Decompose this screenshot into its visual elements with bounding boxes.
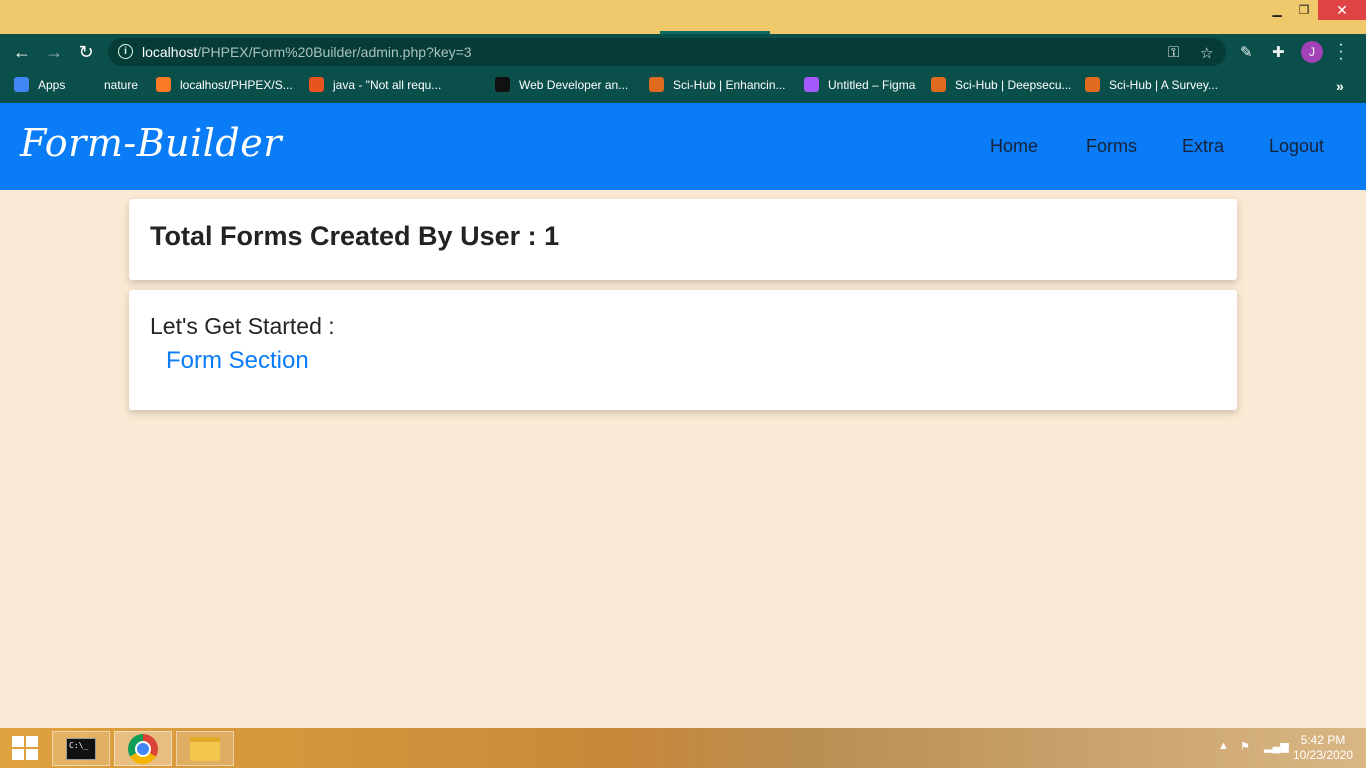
key-icon[interactable]: ⚿	[1168, 44, 1179, 61]
reload-icon[interactable]: ↻	[74, 40, 98, 64]
window-titlebar: ▁ ❐ ✕	[0, 0, 1366, 34]
bookmark-label: Apps	[38, 77, 66, 92]
bookmark-item[interactable]: Apps	[14, 77, 65, 92]
bookmark-item[interactable]: Sci-Hub | Deepsecu...	[931, 77, 1072, 92]
bookmarks-bar: Apps nature localhost/PHPEX/S... java - "No…	[0, 69, 1366, 103]
bookmark-label: localhost/PHPEX/S...	[180, 77, 293, 92]
site-navbar: Form-Builder Home Forms Extra Logout	[0, 103, 1366, 190]
xampp-icon	[156, 77, 171, 92]
cmd-icon: C:\_	[66, 737, 96, 760]
bookmark-item[interactable]: Sci-Hub | Enhancin...	[649, 77, 786, 92]
folder-icon	[190, 736, 220, 761]
bookmark-label: Sci-Hub | A Survey...	[1109, 77, 1218, 92]
nav-home[interactable]: Home	[990, 136, 1038, 157]
bookmark-label: Sci-Hub | Deepsecu...	[955, 77, 1072, 92]
nav-forms[interactable]: Forms	[1086, 136, 1137, 157]
profile-avatar[interactable]: J	[1301, 41, 1323, 63]
get-started-label: Let's Get Started :	[150, 313, 335, 339]
scihub-icon	[649, 77, 664, 92]
windows-taskbar: C:\_ ▲ ⚑ ▂▄▆ 5:42 PM 10/23/2020	[0, 728, 1366, 768]
url-host: localhost	[142, 44, 198, 60]
network-signal-icon[interactable]: ▂▄▆	[1264, 740, 1289, 753]
bookmark-item[interactable]: localhost/PHPEX/S...	[156, 77, 293, 92]
browser-toolbar: ← → ↻ i localhost/PHPEX/Form%20Builder/a…	[0, 34, 1366, 69]
bookmark-label: Sci-Hub | Enhancin...	[673, 77, 786, 92]
chrome-icon	[128, 733, 158, 764]
star-icon[interactable]: ☆	[1200, 44, 1213, 62]
bookmark-item[interactable]: Web Developer an...	[495, 77, 628, 92]
brand-logo[interactable]: Form-Builder	[20, 121, 282, 165]
forward-icon[interactable]: →	[42, 40, 66, 64]
total-forms-card: Total Forms Created By User : 1	[129, 199, 1237, 280]
taskbar-chrome[interactable]	[114, 731, 172, 766]
taskbar-explorer[interactable]	[176, 731, 234, 766]
form-section-link[interactable]: Form Section	[166, 347, 309, 375]
total-forms-heading: Total Forms Created By User : 1	[150, 221, 560, 251]
system-clock[interactable]: 5:42 PM 10/23/2020	[1290, 733, 1356, 763]
bookmark-item[interactable]: java - "Not all requ...	[309, 77, 441, 92]
bookmark-item[interactable]	[463, 77, 487, 92]
taskbar-cmd[interactable]: C:\_	[52, 731, 110, 766]
tray-expand-icon[interactable]: ▲	[1218, 740, 1229, 752]
roadmap-icon	[495, 77, 510, 92]
bookmark-label: Web Developer an...	[519, 77, 629, 92]
get-started-card: Let's Get Started : Form Section	[129, 290, 1237, 410]
url-path: /PHPEX/Form%20Builder/admin.php?key=3	[197, 44, 472, 60]
site-info-icon[interactable]: i	[118, 44, 133, 59]
ask-icon	[309, 77, 324, 92]
pen-extension-icon[interactable]: ✎	[1240, 43, 1253, 61]
nav-extra[interactable]: Extra	[1182, 136, 1224, 157]
clock-date: 10/23/2020	[1292, 748, 1354, 762]
bookmarks-overflow-icon[interactable]: »	[1336, 78, 1344, 94]
bookmark-label: java - "Not all requ...	[333, 77, 442, 92]
close-button[interactable]: ✕	[1318, 0, 1366, 20]
globe-icon	[463, 77, 478, 92]
restore-button[interactable]: ❐	[1291, 0, 1317, 20]
address-bar[interactable]: i localhost/PHPEX/Form%20Builder/admin.p…	[108, 38, 1226, 66]
scihub-icon	[931, 77, 946, 92]
bookmark-item[interactable]: nature	[80, 77, 138, 92]
apps-grid-icon	[14, 77, 29, 92]
action-center-flag-icon[interactable]: ⚑	[1240, 740, 1250, 753]
globe-icon	[80, 77, 95, 92]
nav-logout[interactable]: Logout	[1269, 136, 1324, 157]
bookmark-label: nature	[104, 77, 139, 92]
clock-time: 5:42 PM	[1300, 733, 1346, 747]
kebab-menu-icon[interactable]: · · ·	[1337, 37, 1345, 67]
url-text[interactable]: localhost/PHPEX/Form%20Builder/admin.php…	[142, 44, 472, 60]
minimize-button[interactable]: ▁	[1264, 0, 1290, 20]
figma-icon	[804, 77, 819, 92]
bookmark-item[interactable]: Sci-Hub | A Survey...	[1085, 77, 1218, 92]
back-icon[interactable]: ←	[10, 40, 34, 64]
windows-start-icon[interactable]	[12, 736, 38, 760]
bookmark-item[interactable]: Untitled – Figma	[804, 77, 915, 92]
scihub-icon	[1085, 77, 1100, 92]
bookmark-label: Untitled – Figma	[828, 77, 916, 92]
puzzle-extensions-icon[interactable]: ✚	[1272, 43, 1285, 61]
